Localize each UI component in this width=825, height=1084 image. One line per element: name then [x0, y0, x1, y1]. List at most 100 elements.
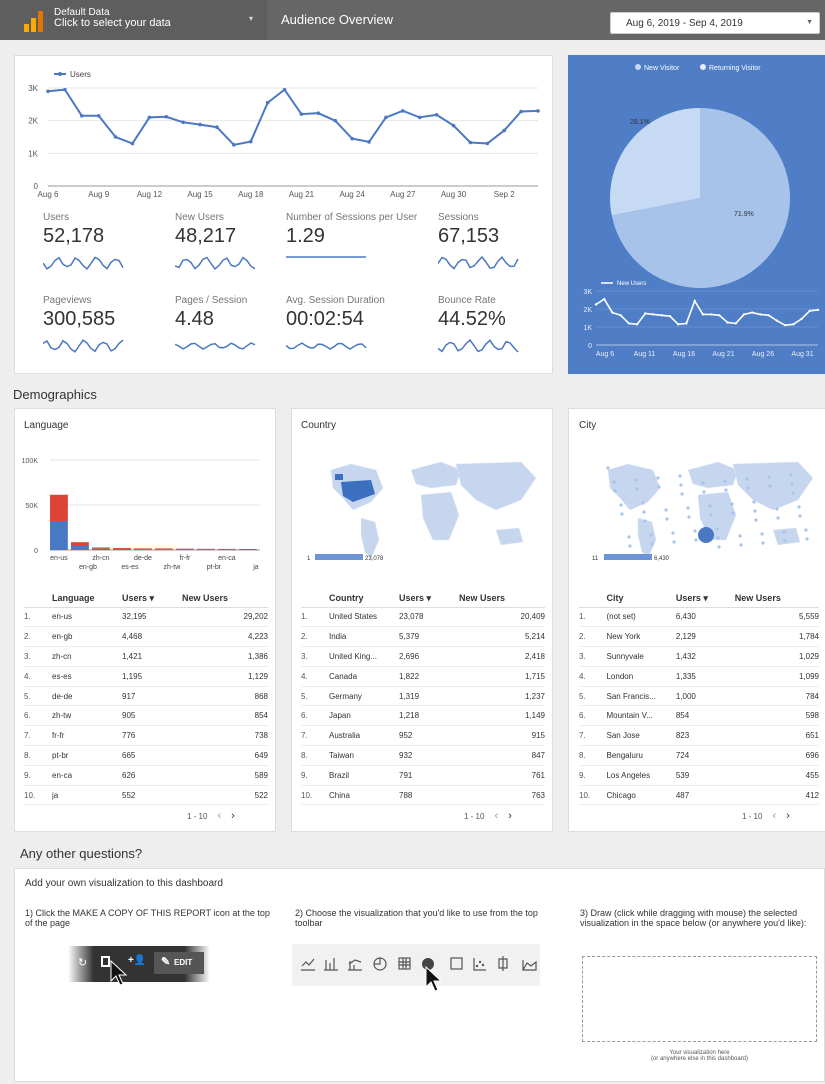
table-cell: 20,409	[459, 607, 545, 628]
table-row: 10. Chicago 487 412	[579, 785, 819, 806]
city-dot	[619, 503, 623, 507]
prev-page-icon[interactable]: ‹	[494, 810, 498, 822]
prev-page-icon[interactable]: ‹	[772, 810, 776, 822]
table-cell: 724	[675, 745, 735, 766]
chevron-down-icon[interactable]: ▾	[249, 14, 253, 23]
combo-chart-icon	[348, 959, 362, 971]
x-tick-label: Aug 6	[38, 190, 59, 199]
data-point	[718, 314, 721, 317]
data-point	[792, 323, 795, 326]
table-cell: 455	[734, 765, 819, 786]
pagination-range: 1 - 10	[742, 812, 763, 821]
next-page-icon[interactable]: ›	[231, 810, 235, 822]
table-cell: China	[329, 785, 399, 806]
table-row: 9. en-ca 626 589	[24, 765, 268, 786]
table-row: 2. New York 2,129 1,784	[579, 626, 819, 648]
city-dot	[715, 527, 719, 531]
table-cell: 4,468	[122, 626, 182, 648]
bar-new-users	[113, 547, 131, 549]
data-studio-logo-icon	[24, 11, 43, 32]
table-cell: 738	[182, 725, 268, 747]
city-dot	[680, 492, 684, 496]
time-series-icon	[301, 958, 315, 971]
date-range-picker[interactable]: Aug 6, 2019 - Sep 4, 2019 ▼	[610, 12, 820, 34]
step-3-text: 3) Draw (click while dragging with mouse…	[580, 908, 807, 928]
city-dot	[768, 484, 772, 488]
data-point	[46, 89, 50, 94]
column-header[interactable]: Users ▾	[675, 590, 735, 608]
column-header: New Users	[459, 590, 545, 608]
city-dot	[760, 532, 764, 536]
city-dot	[672, 540, 676, 544]
table-cell: Sunnyvale	[606, 646, 676, 667]
row-number-header	[301, 590, 329, 608]
column-header[interactable]: Users ▾	[399, 590, 459, 608]
copy-icon	[101, 956, 110, 967]
x-tick-label: Aug 6	[596, 351, 614, 358]
draw-area-caption: Your visualization here (or anywhere els…	[582, 1050, 817, 1062]
city-dot	[679, 483, 683, 487]
table-cell: 1,335	[675, 666, 735, 687]
table-cell: 905	[122, 705, 182, 727]
visualization-drop-area[interactable]	[582, 956, 817, 1042]
draw-area-line-2: (or anywhere else in this dashboard)	[650, 1056, 749, 1062]
table-row: 7. San Jose 823 651	[579, 725, 819, 747]
x-tick-label: en-gb	[79, 564, 97, 571]
table-cell: 868	[182, 686, 268, 707]
data-point	[668, 315, 672, 318]
data-point	[232, 143, 236, 147]
table-cell: en-us	[52, 607, 122, 628]
legend-label: Returning Visitor	[709, 65, 761, 72]
column-header: New Users	[734, 590, 819, 608]
metric-value: 67,153	[438, 225, 500, 247]
data-point	[502, 128, 507, 133]
row-number: 3.	[301, 646, 329, 667]
data-source-selector[interactable]: Default Data Click to select your data	[54, 7, 171, 29]
row-number: 5.	[24, 686, 52, 707]
table-cell: 1,029	[734, 646, 819, 667]
data-point	[113, 135, 118, 139]
y-tick-label: 50K	[26, 503, 39, 510]
table-cell: 6,430	[675, 607, 735, 628]
legend-label: New Visitor	[644, 65, 680, 72]
bar-users	[71, 545, 89, 550]
map-region-australia	[495, 527, 524, 546]
data-point	[594, 303, 598, 306]
data-point	[660, 314, 663, 317]
city-dot	[789, 473, 793, 477]
city-pagination: 1 - 10 ‹ ›	[742, 810, 790, 822]
table-cell: 823	[675, 725, 735, 747]
map-region-europe	[687, 461, 739, 489]
table-cell: fr-fr	[52, 725, 122, 747]
sparkline-path	[43, 339, 124, 353]
city-dot	[805, 537, 809, 541]
language-pagination: 1 - 10 ‹ ›	[187, 810, 235, 822]
data-source-hint: Click to select your data	[54, 17, 171, 29]
questions-intro: Add your own visualization to this dashb…	[25, 878, 223, 889]
next-page-icon[interactable]: ›	[786, 810, 790, 822]
table-cell: Japan	[329, 705, 399, 727]
sparkline-path	[438, 255, 519, 270]
table-row: 1. United States 23,078 20,409	[301, 607, 545, 628]
bar-users	[155, 549, 173, 550]
row-number: 6.	[301, 705, 329, 727]
data-point	[147, 115, 152, 120]
language-title: Language	[24, 420, 69, 431]
table-cell: 32,195	[122, 607, 182, 628]
table-cell: 854	[182, 705, 268, 727]
column-header[interactable]: Users ▾	[122, 590, 182, 608]
x-tick-label: Aug 15	[187, 190, 213, 199]
data-point	[282, 87, 287, 92]
map-region-africa	[420, 491, 460, 541]
city-bubble-largest	[698, 527, 714, 543]
metric-label: Sessions	[438, 212, 479, 223]
next-page-icon[interactable]: ›	[508, 810, 512, 822]
bar-new-users	[92, 547, 110, 549]
prev-page-icon[interactable]: ‹	[217, 810, 221, 822]
column-header: Country	[329, 590, 399, 608]
map-region-australia	[772, 527, 801, 546]
row-number: 6.	[24, 705, 52, 727]
row-number: 7.	[301, 725, 329, 747]
x-tick-label: Aug 31	[791, 351, 813, 358]
country-pagination: 1 - 10 ‹ ›	[464, 810, 512, 822]
